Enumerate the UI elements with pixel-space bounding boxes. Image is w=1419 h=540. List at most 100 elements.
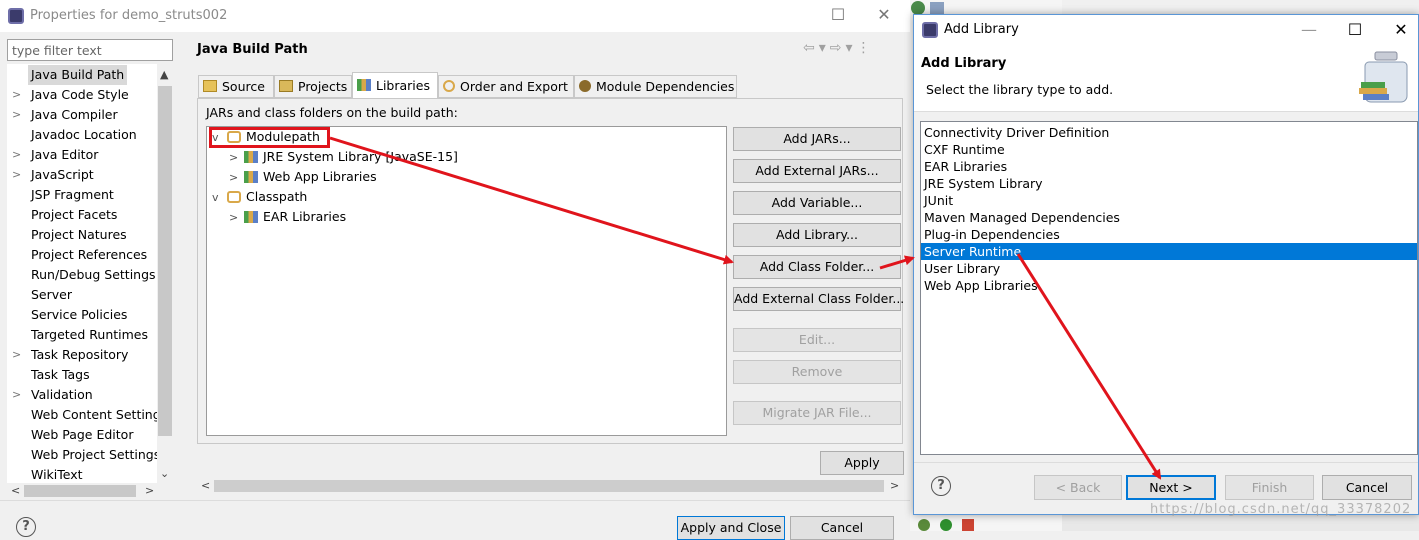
apply-button[interactable]: Apply [820,451,904,475]
next-button[interactable]: Next > [1126,475,1216,500]
scroll-left-icon[interactable]: < [11,483,20,499]
history-nav-icons[interactable]: ⇦▾⇨▾⋮ [803,40,875,56]
chevron-right-icon[interactable]: > [229,208,241,228]
chevron-right-icon[interactable]: > [12,385,22,405]
chevron-down-icon[interactable]: v [212,188,224,208]
library-type-item[interactable]: Connectivity Driver Definition [921,124,1417,141]
tree-node-jre-system-library[interactable]: > JRE System Library [JavaSE-15] [229,147,458,167]
maximize-button[interactable]: ☐ [815,0,861,32]
nav-vertical-scroll-thumb[interactable] [158,86,172,436]
help-icon[interactable]: ? [16,517,36,537]
tab-order-export[interactable]: Order and Export [438,75,574,98]
library-jar-icon [244,151,258,163]
nav-item-label: WikiText [31,467,83,482]
tab-source[interactable]: Source [198,75,274,98]
library-type-item[interactable]: Maven Managed Dependencies [921,209,1417,226]
edit-button[interactable]: Edit... [733,328,901,352]
add-external-class-folder-button[interactable]: Add External Class Folder... [733,287,904,311]
chevron-right-icon[interactable]: > [12,85,22,105]
scroll-right-icon[interactable]: > [890,478,899,494]
add-jars-button[interactable]: Add JARs... [733,127,901,151]
nav-item-label: JSP Fragment [31,187,114,202]
nav-item-label: Java Compiler [31,107,118,122]
minimize-button[interactable]: — [1286,15,1332,47]
back-button[interactable]: < Back [1034,475,1122,500]
build-path-label: JARs and class folders on the build path… [206,105,458,120]
tree-node-ear-libraries[interactable]: > EAR Libraries [229,207,346,227]
tree-node-classpath[interactable]: v Classpath [212,187,307,207]
tab-module-dependencies[interactable]: Module Dependencies [574,75,737,98]
dialog-header-description: Select the library type to add. [926,82,1114,97]
add-external-jars-button[interactable]: Add External JARs... [733,159,901,183]
scroll-right-icon[interactable]: > [145,483,154,499]
module-dependencies-icon [579,80,591,92]
nav-item-label: Web Project Settings [31,447,161,462]
dialog-header-title: Add Library [921,56,1007,71]
add-library-button[interactable]: Add Library... [733,223,901,247]
nav-item-label: Validation [31,387,93,402]
library-type-item[interactable]: Plug-in Dependencies [921,226,1417,243]
tool-icon [962,519,974,531]
scroll-up-icon[interactable]: ▲ [160,67,168,83]
maximize-button[interactable]: ☐ [1332,15,1378,47]
classpath-icon [227,191,241,203]
nav-item-label: Java Build Path [28,65,128,85]
dialog-title: Add Library [944,22,1019,37]
library-type-item[interactable]: Web App Libraries [921,277,1417,294]
panel-horizontal-scroll-thumb[interactable] [214,480,884,492]
filter-input[interactable] [7,39,173,61]
library-type-item[interactable]: EAR Libraries [921,158,1417,175]
library-jar-icon [244,211,258,223]
background-status-strip [1062,515,1419,531]
library-type-item[interactable]: CXF Runtime [921,141,1417,158]
chevron-right-icon[interactable]: > [229,148,241,168]
tab-projects[interactable]: Projects [274,75,352,98]
apply-and-close-button[interactable]: Apply and Close [677,516,785,540]
tree-node-web-app-libraries[interactable]: > Web App Libraries [229,167,377,187]
chevron-right-icon[interactable]: > [12,105,22,125]
add-class-folder-button[interactable]: Add Class Folder... [733,255,901,279]
nav-item-label: Server [31,287,72,302]
scroll-down-icon[interactable]: ⌄ [160,466,169,482]
finish-button[interactable]: Finish [1225,475,1314,500]
source-folder-icon [203,80,217,92]
nav-item-label: Web Content Settings [31,407,168,422]
nav-item-label: Task Repository [31,347,129,362]
nav-item-label: Project Natures [31,227,127,242]
order-export-icon [443,80,455,92]
toolbar-icon [930,2,944,14]
globe-icon [911,1,925,15]
library-type-item[interactable]: JUnit [921,192,1417,209]
chevron-right-icon[interactable]: > [229,168,241,188]
library-type-item[interactable]: User Library [921,260,1417,277]
dialog-cancel-button[interactable]: Cancel [1322,475,1412,500]
add-variable-button[interactable]: Add Variable... [733,191,901,215]
cancel-button[interactable]: Cancel [790,516,894,540]
run-icon [918,519,930,531]
help-icon[interactable]: ? [931,476,951,496]
debug-icon [940,519,952,531]
library-jar-icon [244,171,258,183]
dialog-separator [914,462,1418,463]
watermark: https://blog.csdn.net/qq_33378202 [1150,502,1412,517]
nav-horizontal-scroll-thumb[interactable] [24,485,136,497]
library-type-item[interactable]: JRE System Library [921,175,1417,192]
nav-item-label: Project Facets [31,207,118,222]
migrate-jar-button[interactable]: Migrate JAR File... [733,401,901,425]
chevron-right-icon[interactable]: > [12,165,22,185]
annotation-highlight-box [209,127,330,148]
nav-item-label: Run/Debug Settings [31,267,156,282]
nav-item-label: JavaScript [31,167,94,182]
close-button[interactable]: ✕ [1378,15,1419,47]
eclipse-app-icon [922,22,938,38]
scroll-left-icon[interactable]: < [201,478,210,494]
tab-libraries[interactable]: Libraries [352,72,438,99]
chevron-right-icon[interactable]: > [12,145,22,165]
close-button[interactable]: ✕ [861,0,907,32]
library-type-item[interactable]: Server Runtime [921,243,1417,260]
remove-button[interactable]: Remove [733,360,901,384]
chevron-right-icon[interactable]: > [12,345,22,365]
nav-item-label: Targeted Runtimes [31,327,148,342]
nav-item-label: Java Code Style [31,87,129,102]
properties-window-title: Properties for demo_struts002 [30,8,228,23]
